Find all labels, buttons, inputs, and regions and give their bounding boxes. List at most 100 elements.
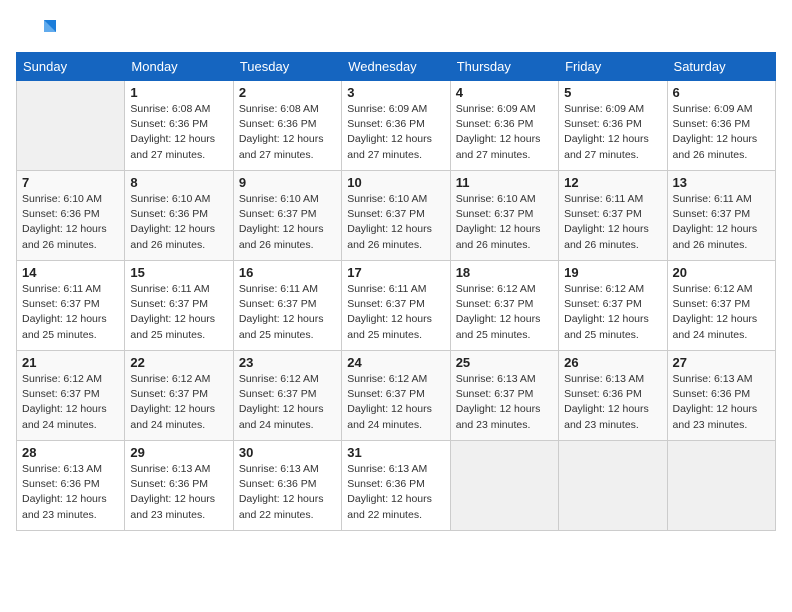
logo-icon [16,16,56,44]
calendar-cell: 30 Sunrise: 6:13 AM Sunset: 6:36 PM Dayli… [233,441,341,531]
day-info: Sunrise: 6:13 AM Sunset: 6:37 PM Dayligh… [456,372,553,433]
day-info: Sunrise: 6:13 AM Sunset: 6:36 PM Dayligh… [130,462,227,523]
calendar-cell: 7 Sunrise: 6:10 AM Sunset: 6:36 PM Daylig… [17,171,125,261]
day-info: Sunrise: 6:11 AM Sunset: 6:37 PM Dayligh… [239,282,336,343]
day-number: 31 [347,445,444,460]
calendar-cell: 31 Sunrise: 6:13 AM Sunset: 6:36 PM Dayli… [342,441,450,531]
day-number: 20 [673,265,770,280]
day-info: Sunrise: 6:11 AM Sunset: 6:37 PM Dayligh… [673,192,770,253]
day-header-monday: Monday [125,53,233,81]
day-number: 4 [456,85,553,100]
day-info: Sunrise: 6:09 AM Sunset: 6:36 PM Dayligh… [564,102,661,163]
day-info: Sunrise: 6:11 AM Sunset: 6:37 PM Dayligh… [564,192,661,253]
calendar-cell: 14Sunrise: 6:11 AM Sunset: 6:37 PM Dayli… [17,261,125,351]
day-number: 3 [347,85,444,100]
calendar-cell: 29 Sunrise: 6:13 AM Sunset: 6:36 PM Dayli… [125,441,233,531]
calendar-cell [450,441,558,531]
day-number: 18 [456,265,553,280]
calendar-week-row: 21 Sunrise: 6:12 AM Sunset: 6:37 PM Dayli… [17,351,776,441]
day-number: 2 [239,85,336,100]
calendar-cell: 24Sunrise: 6:12 AM Sunset: 6:37 PM Dayli… [342,351,450,441]
day-info: Sunrise: 6:13 AM Sunset: 6:36 PM Dayligh… [564,372,661,433]
calendar-cell: 12 Sunrise: 6:11 AM Sunset: 6:37 PM Dayli… [559,171,667,261]
day-number: 12 [564,175,661,190]
calendar-header-row: SundayMondayTuesdayWednesdayThursdayFrid… [17,53,776,81]
day-number: 29 [130,445,227,460]
day-number: 23 [239,355,336,370]
day-number: 13 [673,175,770,190]
calendar-cell: 10 Sunrise: 6:10 AM Sunset: 6:37 PM Dayli… [342,171,450,261]
calendar-cell: 26 Sunrise: 6:13 AM Sunset: 6:36 PM Dayli… [559,351,667,441]
day-number: 9 [239,175,336,190]
page-header [16,16,776,44]
day-info: Sunrise: 6:10 AM Sunset: 6:37 PM Dayligh… [347,192,444,253]
calendar-week-row: 28 Sunrise: 6:13 AM Sunset: 6:36 PM Dayli… [17,441,776,531]
day-info: Sunrise: 6:09 AM Sunset: 6:36 PM Dayligh… [347,102,444,163]
day-number: 17 [347,265,444,280]
day-number: 6 [673,85,770,100]
calendar-cell [17,81,125,171]
day-info: Sunrise: 6:08 AM Sunset: 6:36 PM Dayligh… [239,102,336,163]
day-info: Sunrise: 6:12 AM Sunset: 6:37 PM Dayligh… [130,372,227,433]
calendar-cell: 13 Sunrise: 6:11 AM Sunset: 6:37 PM Dayli… [667,171,775,261]
calendar-cell: 9 Sunrise: 6:10 AM Sunset: 6:37 PM Daylig… [233,171,341,261]
day-number: 25 [456,355,553,370]
calendar-cell: 27Sunrise: 6:13 AM Sunset: 6:36 PM Dayli… [667,351,775,441]
day-info: Sunrise: 6:12 AM Sunset: 6:37 PM Dayligh… [22,372,119,433]
day-header-saturday: Saturday [667,53,775,81]
logo [16,16,58,44]
day-info: Sunrise: 6:12 AM Sunset: 6:37 PM Dayligh… [347,372,444,433]
day-number: 26 [564,355,661,370]
calendar-cell: 11 Sunrise: 6:10 AM Sunset: 6:37 PM Dayli… [450,171,558,261]
day-number: 30 [239,445,336,460]
day-info: Sunrise: 6:12 AM Sunset: 6:37 PM Dayligh… [239,372,336,433]
day-info: Sunrise: 6:10 AM Sunset: 6:36 PM Dayligh… [22,192,119,253]
day-info: Sunrise: 6:13 AM Sunset: 6:36 PM Dayligh… [673,372,770,433]
calendar-cell: 8 Sunrise: 6:10 AM Sunset: 6:36 PM Daylig… [125,171,233,261]
day-number: 11 [456,175,553,190]
day-header-tuesday: Tuesday [233,53,341,81]
day-info: Sunrise: 6:11 AM Sunset: 6:37 PM Dayligh… [347,282,444,343]
day-info: Sunrise: 6:13 AM Sunset: 6:36 PM Dayligh… [239,462,336,523]
day-number: 10 [347,175,444,190]
calendar-cell: 2 Sunrise: 6:08 AM Sunset: 6:36 PM Daylig… [233,81,341,171]
day-info: Sunrise: 6:13 AM Sunset: 6:36 PM Dayligh… [22,462,119,523]
day-info: Sunrise: 6:11 AM Sunset: 6:37 PM Dayligh… [130,282,227,343]
day-number: 22 [130,355,227,370]
day-number: 1 [130,85,227,100]
day-header-wednesday: Wednesday [342,53,450,81]
day-info: Sunrise: 6:10 AM Sunset: 6:37 PM Dayligh… [456,192,553,253]
day-info: Sunrise: 6:09 AM Sunset: 6:36 PM Dayligh… [456,102,553,163]
calendar-cell [559,441,667,531]
day-number: 28 [22,445,119,460]
calendar-table: SundayMondayTuesdayWednesdayThursdayFrid… [16,52,776,531]
calendar-week-row: 14 Sunrise: 6:11 AM Sunset: 6:37 PM Dayli… [17,261,776,351]
day-number: 8 [130,175,227,190]
calendar-cell: 17 Sunrise: 6:11 AM Sunset: 6:37 PM Dayli… [342,261,450,351]
calendar-cell: 3 Sunrise: 6:09 AM Sunset: 6:36 PM Daylig… [342,81,450,171]
calendar-cell: 18Sunrise: 6:12 AM Sunset: 6:37 PM Dayli… [450,261,558,351]
day-info: Sunrise: 6:13 AM Sunset: 6:36 PM Dayligh… [347,462,444,523]
calendar-week-row: 7 Sunrise: 6:10 AM Sunset: 6:36 PM Daylig… [17,171,776,261]
calendar-cell: 23 Sunrise: 6:12 AM Sunset: 6:37 PM Dayli… [233,351,341,441]
day-info: Sunrise: 6:12 AM Sunset: 6:37 PM Dayligh… [673,282,770,343]
day-info: Sunrise: 6:08 AM Sunset: 6:36 PM Dayligh… [130,102,227,163]
calendar-cell: 25 Sunrise: 6:13 AM Sunset: 6:37 PM Dayli… [450,351,558,441]
calendar-week-row: 1 Sunrise: 6:08 AM Sunset: 6:36 PM Daylig… [17,81,776,171]
day-header-friday: Friday [559,53,667,81]
calendar-cell: 19Sunrise: 6:12 AM Sunset: 6:37 PM Dayli… [559,261,667,351]
day-number: 21 [22,355,119,370]
day-info: Sunrise: 6:10 AM Sunset: 6:36 PM Dayligh… [130,192,227,253]
day-number: 7 [22,175,119,190]
calendar-cell: 6Sunrise: 6:09 AM Sunset: 6:36 PM Daylig… [667,81,775,171]
calendar-cell: 4 Sunrise: 6:09 AM Sunset: 6:36 PM Daylig… [450,81,558,171]
day-number: 16 [239,265,336,280]
calendar-cell: 21 Sunrise: 6:12 AM Sunset: 6:37 PM Dayli… [17,351,125,441]
day-info: Sunrise: 6:10 AM Sunset: 6:37 PM Dayligh… [239,192,336,253]
day-number: 14 [22,265,119,280]
calendar-cell: 22 Sunrise: 6:12 AM Sunset: 6:37 PM Dayli… [125,351,233,441]
calendar-cell: 15 Sunrise: 6:11 AM Sunset: 6:37 PM Dayli… [125,261,233,351]
day-number: 15 [130,265,227,280]
calendar-cell: 16 Sunrise: 6:11 AM Sunset: 6:37 PM Dayli… [233,261,341,351]
day-header-sunday: Sunday [17,53,125,81]
